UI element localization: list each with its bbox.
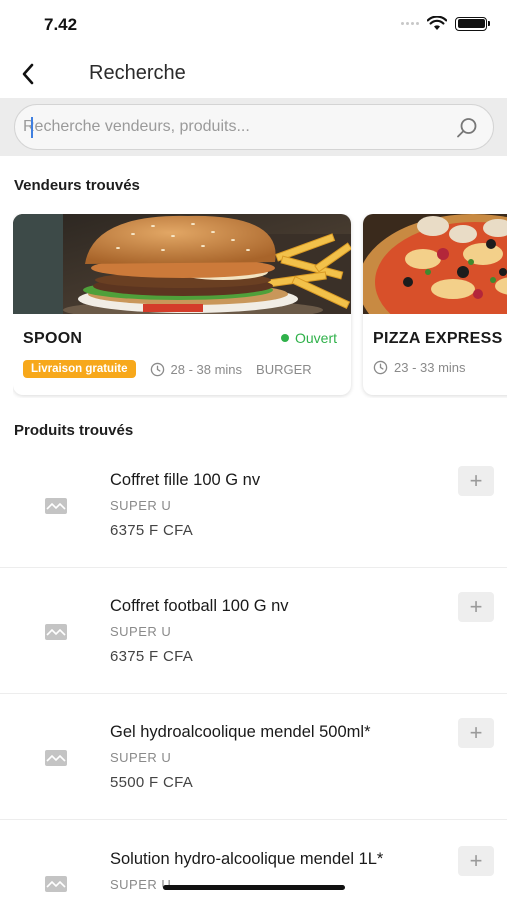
product-price: 6375 F CFA (110, 648, 194, 665)
product-shop: SUPER U (110, 498, 172, 513)
delivery-time: 23 - 33 mins (373, 360, 466, 375)
image-placeholder-icon (45, 876, 67, 892)
product-shop: SUPER U (110, 750, 172, 765)
free-delivery-badge: Livraison gratuite (23, 360, 136, 378)
product-name: Solution hydro-alcoolique mendel 1L* (110, 850, 384, 868)
signal-icon (401, 22, 419, 25)
product-name: Coffret fille 100 G nv (110, 471, 261, 489)
vendor-meta: 23 - 33 mins (373, 360, 466, 375)
search-input[interactable] (21, 105, 441, 149)
vendor-meta: Livraison gratuite 28 - 38 mins BURGER (23, 360, 312, 378)
home-indicator[interactable] (163, 885, 345, 890)
vendors-section-title: Vendeurs trouvés (14, 177, 140, 194)
add-to-cart-button[interactable]: + (458, 592, 494, 622)
header: Recherche (0, 52, 507, 96)
product-row[interactable]: Coffret fille 100 G nv SUPER U 6375 F CF… (0, 442, 507, 568)
search-bar (0, 98, 507, 156)
back-button[interactable] (14, 60, 42, 88)
product-row[interactable]: Coffret football 100 G nv SUPER U 6375 F… (0, 568, 507, 694)
status-icons (401, 16, 490, 31)
clock-icon (150, 362, 164, 376)
vendor-category: BURGER (256, 361, 312, 377)
product-shop: SUPER U (110, 877, 172, 892)
image-placeholder-icon (45, 624, 67, 640)
chevron-left-icon (22, 63, 34, 85)
vendor-name: PIZZA EXPRESS (373, 330, 503, 347)
add-to-cart-button[interactable]: + (458, 718, 494, 748)
page-title: Recherche (89, 62, 186, 84)
product-name: Coffret football 100 G nv (110, 597, 289, 615)
product-row[interactable]: Gel hydroalcoolique mendel 500ml* SUPER … (0, 694, 507, 820)
open-status-dot (280, 334, 289, 342)
add-to-cart-button[interactable]: + (458, 466, 494, 496)
delivery-time-text: 23 - 33 mins (394, 360, 466, 375)
vendor-card-spoon[interactable]: SPOON Ouvert Livraison gratuite 28 - 38 … (13, 214, 351, 395)
vendor-status-text: Ouvert (294, 330, 337, 346)
vendor-name: SPOON (23, 330, 83, 347)
vendor-image-burger (13, 214, 351, 314)
search-box[interactable] (14, 104, 494, 150)
add-to-cart-button[interactable]: + (458, 846, 494, 876)
image-placeholder-icon (45, 750, 67, 766)
delivery-time: 28 - 38 mins (150, 361, 243, 377)
search-icon[interactable] (455, 116, 479, 140)
product-price: 5500 F CFA (110, 774, 194, 791)
clock-icon (373, 360, 388, 375)
delivery-time-text: 28 - 38 mins (170, 361, 243, 377)
image-placeholder-icon (45, 498, 67, 514)
vendor-status-badge: Ouvert (280, 330, 337, 346)
product-name: Gel hydroalcoolique mendel 500ml* (110, 723, 371, 741)
status-bar: 7.42 (0, 0, 507, 52)
product-price: 6375 F CFA (110, 522, 194, 539)
wifi-icon (427, 16, 447, 30)
status-time: 7.42 (44, 15, 78, 34)
vendor-image-pizza (363, 214, 507, 314)
vendors-carousel[interactable]: SPOON Ouvert Livraison gratuite 28 - 38 … (13, 214, 507, 398)
text-cursor (31, 117, 33, 138)
products-section-title: Produits trouvés (14, 422, 134, 439)
product-shop: SUPER U (110, 624, 172, 639)
vendor-card-pizza-express[interactable]: PIZZA EXPRESS 23 - 33 mins (363, 214, 507, 395)
battery-icon (455, 16, 490, 31)
